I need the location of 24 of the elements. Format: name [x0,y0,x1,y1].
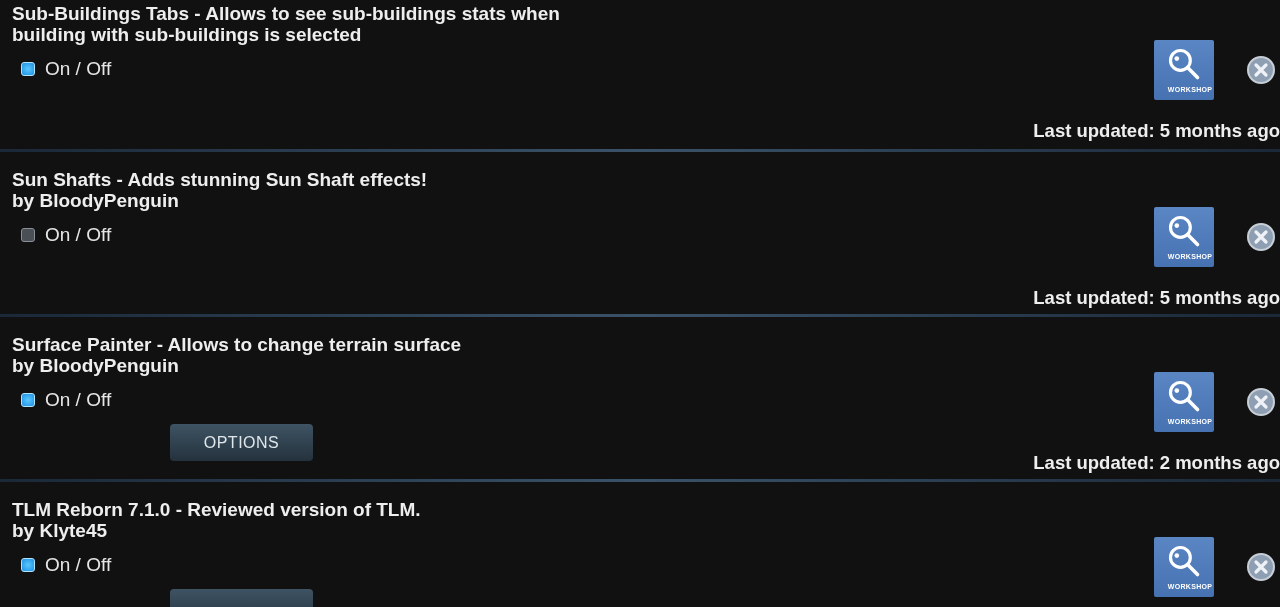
checkbox-label: On / Off [45,554,112,576]
mod-title: Sun Shafts - Adds stunning Sun Shaft effects! [12,169,428,190]
checkbox-label: On / Off [45,224,112,246]
mod-title: TLM Reborn 7.1.0 - Reviewed version of TLM. [12,499,421,520]
mod-author: by Klyte45 [12,520,108,541]
magnifier-icon [1166,378,1202,414]
mod-author: by BloodyPenguin [12,355,179,376]
options-button[interactable]: OPTIONS [170,424,313,461]
mod-author: by BloodyPenguin [12,190,179,211]
close-icon[interactable] [1246,387,1276,417]
close-icon[interactable] [1246,552,1276,582]
mod-title: Sub-Buildings Tabs - Allows to see sub-buildings stats when building with sub-buildings is selected [12,3,561,45]
magnifier-icon [1166,46,1202,82]
close-icon[interactable] [1246,222,1276,252]
last-updated-text: Last updated: 2 months ago [1033,452,1280,474]
checkbox-label: On / Off [45,389,112,411]
last-updated-text: Last updated: 5 months ago [1033,287,1280,309]
magnifier-icon [1166,543,1202,579]
checkbox[interactable] [21,228,35,242]
close-icon[interactable] [1246,55,1276,85]
checkbox-label: On / Off [45,58,112,80]
last-updated-text: Last updated: 5 months ago [1033,120,1280,142]
mod-title: Surface Painter - Allows to change terrain surface [12,334,462,355]
magnifier-icon [1166,213,1202,249]
